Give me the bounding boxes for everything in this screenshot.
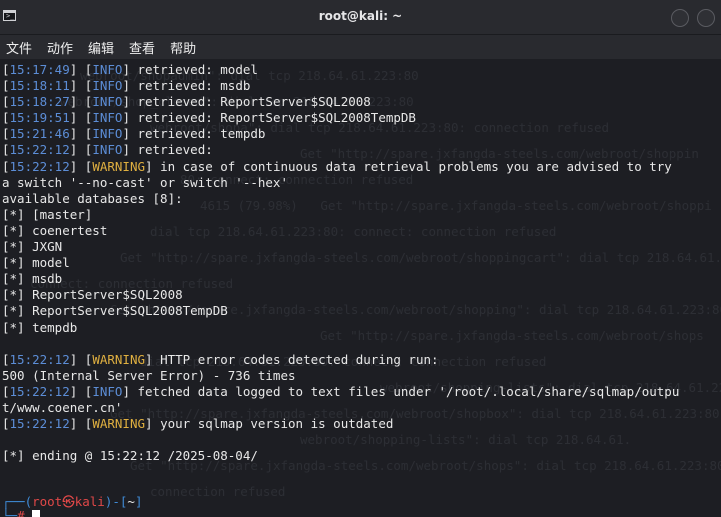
terminal-line: [15:22:12] [WARNING] HTTP error codes de… (2, 351, 439, 367)
terminal-window: >_ root@kali: ~ 文件 动作 编辑 查看 帮助 webroot/s… (0, 0, 721, 517)
terminal-line: [*] ReportServer$SQL2008TempDB (2, 303, 228, 319)
terminal-line: [15:18:11] [INFO] retrieved: msdb (2, 78, 251, 94)
terminal-line: 500 (Internal Server Error) - 736 times (2, 367, 296, 383)
log-message: retrieved: tempdb (137, 126, 266, 142)
log-level: WARNING (92, 158, 146, 174)
title-bar[interactable]: >_ root@kali: ~ (0, 0, 721, 35)
terminal-line: a switch '--no-cast' or switch '--hex' (2, 174, 288, 190)
log-level: INFO (92, 142, 123, 158)
log-timestamp: 15:17:49 (9, 62, 70, 77)
prompt-host: kali (74, 494, 105, 509)
log-timestamp: 15:22:12 (9, 158, 70, 174)
prompt-dir: ~ (127, 494, 135, 509)
window-title: root@kali: ~ (318, 9, 403, 23)
log-timestamp: 15:18:27 (9, 94, 70, 110)
prompt-user: root (32, 494, 63, 509)
log-message: retrieved: (137, 142, 213, 158)
log-message: retrieved: msdb (137, 78, 251, 94)
terminal-line: [15:21:46] [INFO] retrieved: tempdb (2, 126, 266, 142)
minimize-button[interactable] (671, 9, 689, 27)
menu-action[interactable]: 动作 (47, 38, 73, 57)
menu-edit[interactable]: 编辑 (88, 38, 114, 57)
log-level: INFO (92, 94, 123, 110)
terminal-line: [15:18:27] [INFO] retrieved: ReportServe… (2, 94, 371, 110)
menu-file[interactable]: 文件 (6, 38, 32, 57)
terminal-line: [*] tempdb (2, 319, 78, 335)
log-message: your sqlmap version is outdated (160, 416, 394, 432)
terminal-line: [15:17:49] [INFO] retrieved: model (2, 62, 258, 77)
terminal-line: [*] [master] (2, 206, 93, 222)
log-level: INFO (92, 78, 123, 94)
terminal-line: [*] coenertest (2, 222, 108, 238)
log-timestamp: 15:22:12 (9, 142, 70, 158)
terminal-output[interactable]: webroot/shopadmin": dial tcp 218.64.61.2… (0, 60, 721, 517)
terminal-line: [15:22:12] [WARNING] in case of continuo… (2, 158, 672, 174)
menu-bar: 文件 动作 编辑 查看 帮助 (0, 35, 721, 59)
terminal-line: [*] ending @ 15:22:12 /2025-08-04/ (2, 448, 258, 464)
menu-view[interactable]: 查看 (129, 38, 155, 57)
terminal-line: [*] model (2, 255, 70, 271)
log-message: fetched data logged to text files under … (137, 383, 680, 399)
log-timestamp: 15:22:12 (9, 351, 70, 367)
terminal-line: [15:22:12] [WARNING] your sqlmap version… (2, 416, 394, 432)
terminal-line: [*] ReportServer$SQL2008 (2, 287, 183, 303)
terminal-line: available databases [8]: (2, 190, 183, 206)
terminal-line: t/www.coener.cn' (2, 399, 123, 415)
log-message: HTTP error codes detected during run: (160, 351, 439, 367)
log-level: WARNING (92, 416, 146, 432)
terminal-line: [15:22:12] [INFO] fetched data logged to… (2, 383, 680, 399)
prompt-input-line[interactable]: └─# (2, 508, 41, 517)
terminal-line: [15:22:12] [INFO] retrieved: (2, 142, 213, 158)
terminal-line: [*] JXGN (2, 239, 63, 255)
log-message: retrieved: ReportServer$SQL2008TempDB (137, 110, 416, 126)
log-message: retrieved: model (137, 62, 258, 77)
log-level: WARNING (92, 351, 146, 367)
log-timestamp: 15:18:11 (9, 78, 70, 94)
log-message: in case of continuous data retrieval pro… (160, 158, 672, 174)
log-message: retrieved: ReportServer$SQL2008 (137, 94, 371, 110)
log-timestamp: 15:19:51 (9, 110, 70, 126)
ghost-line: connection refused (150, 484, 286, 499)
terminal-line: [*] msdb (2, 271, 63, 287)
text-cursor (32, 510, 41, 517)
menu-help[interactable]: 帮助 (170, 38, 196, 57)
log-timestamp: 15:21:46 (9, 126, 70, 142)
close-button[interactable] (697, 9, 715, 27)
log-timestamp: 15:22:12 (9, 416, 70, 432)
log-level: INFO (92, 62, 123, 77)
log-timestamp: 15:22:12 (9, 383, 70, 399)
log-level: INFO (92, 110, 123, 126)
log-level: INFO (92, 126, 123, 142)
terminal-line: [15:19:51] [INFO] retrieved: ReportServe… (2, 110, 416, 126)
log-level: INFO (92, 383, 123, 399)
terminal-lines: [15:17:49] [INFO] retrieved: model [15:18… (2, 62, 721, 464)
